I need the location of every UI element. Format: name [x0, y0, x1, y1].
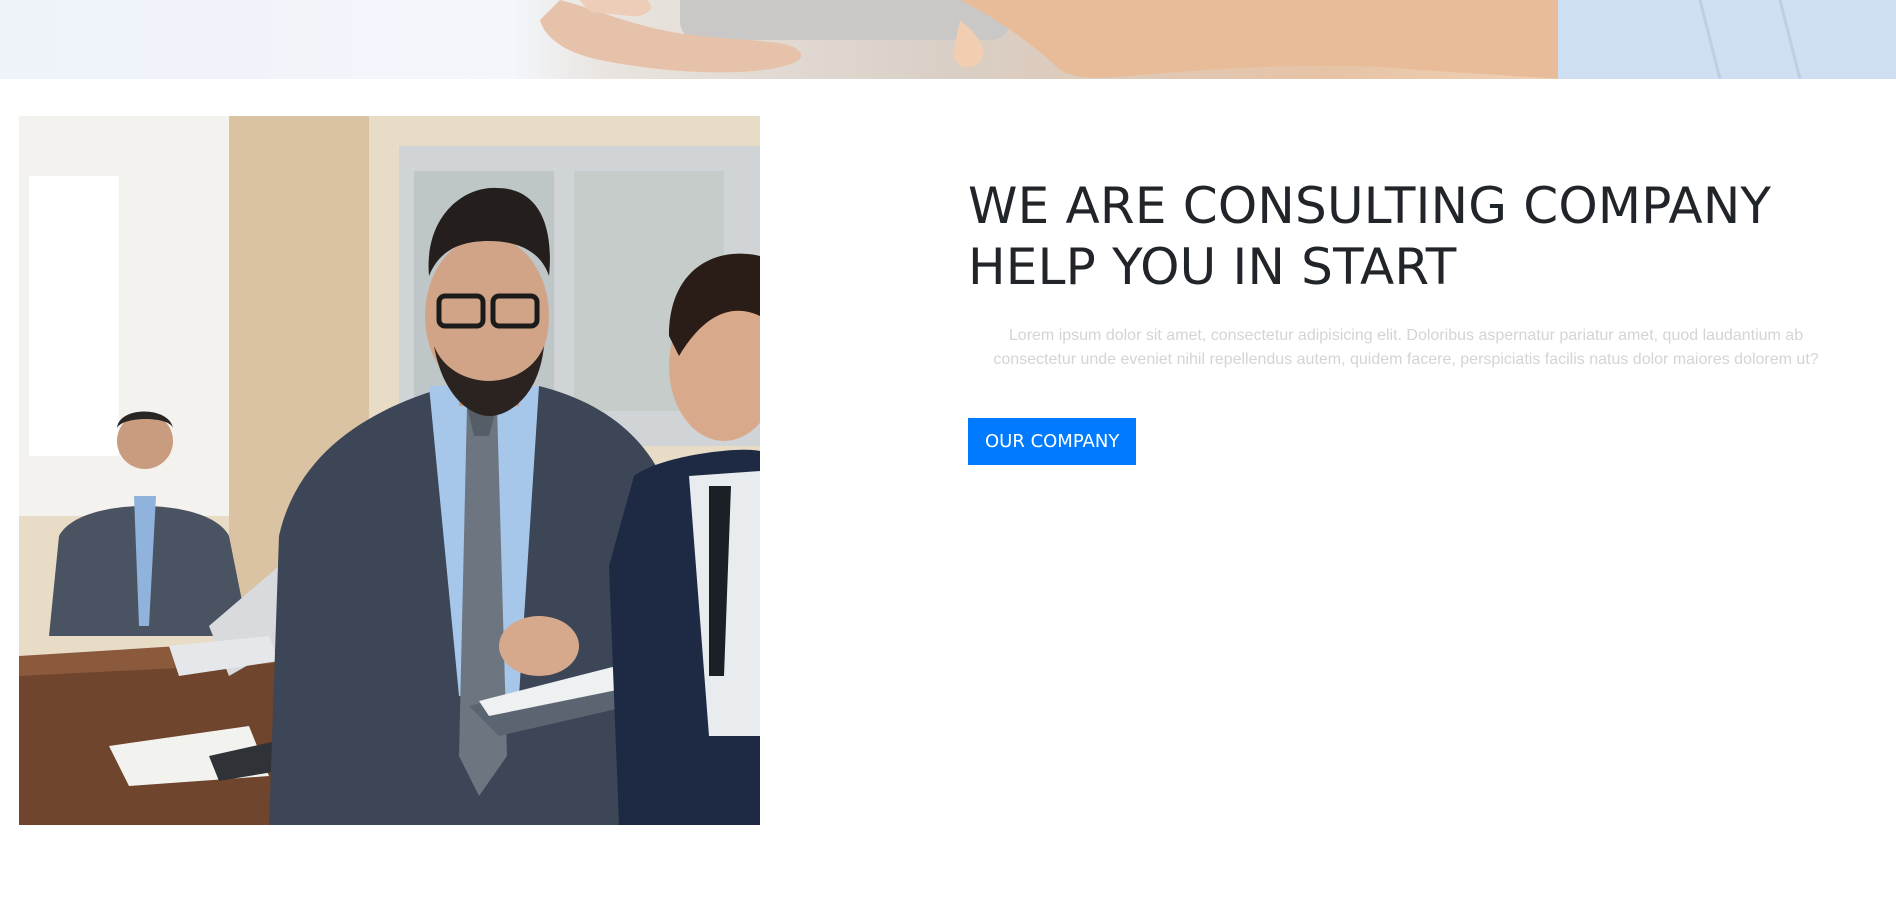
hero-banner-image	[0, 0, 1896, 79]
about-section: WE ARE CONSULTING COMPANY HELP YOU IN ST…	[968, 176, 1868, 465]
consulting-team-photo	[19, 116, 760, 825]
businessmen-illustration	[19, 116, 760, 825]
our-company-button[interactable]: OUR COMPANY	[968, 418, 1137, 465]
lead-paragraph: Lorem ipsum dolor sit amet, consectetur …	[993, 327, 1819, 368]
hands-tablet-illustration	[540, 0, 1896, 79]
page-headline: WE ARE CONSULTING COMPANY HELP YOU IN ST…	[968, 177, 1772, 296]
